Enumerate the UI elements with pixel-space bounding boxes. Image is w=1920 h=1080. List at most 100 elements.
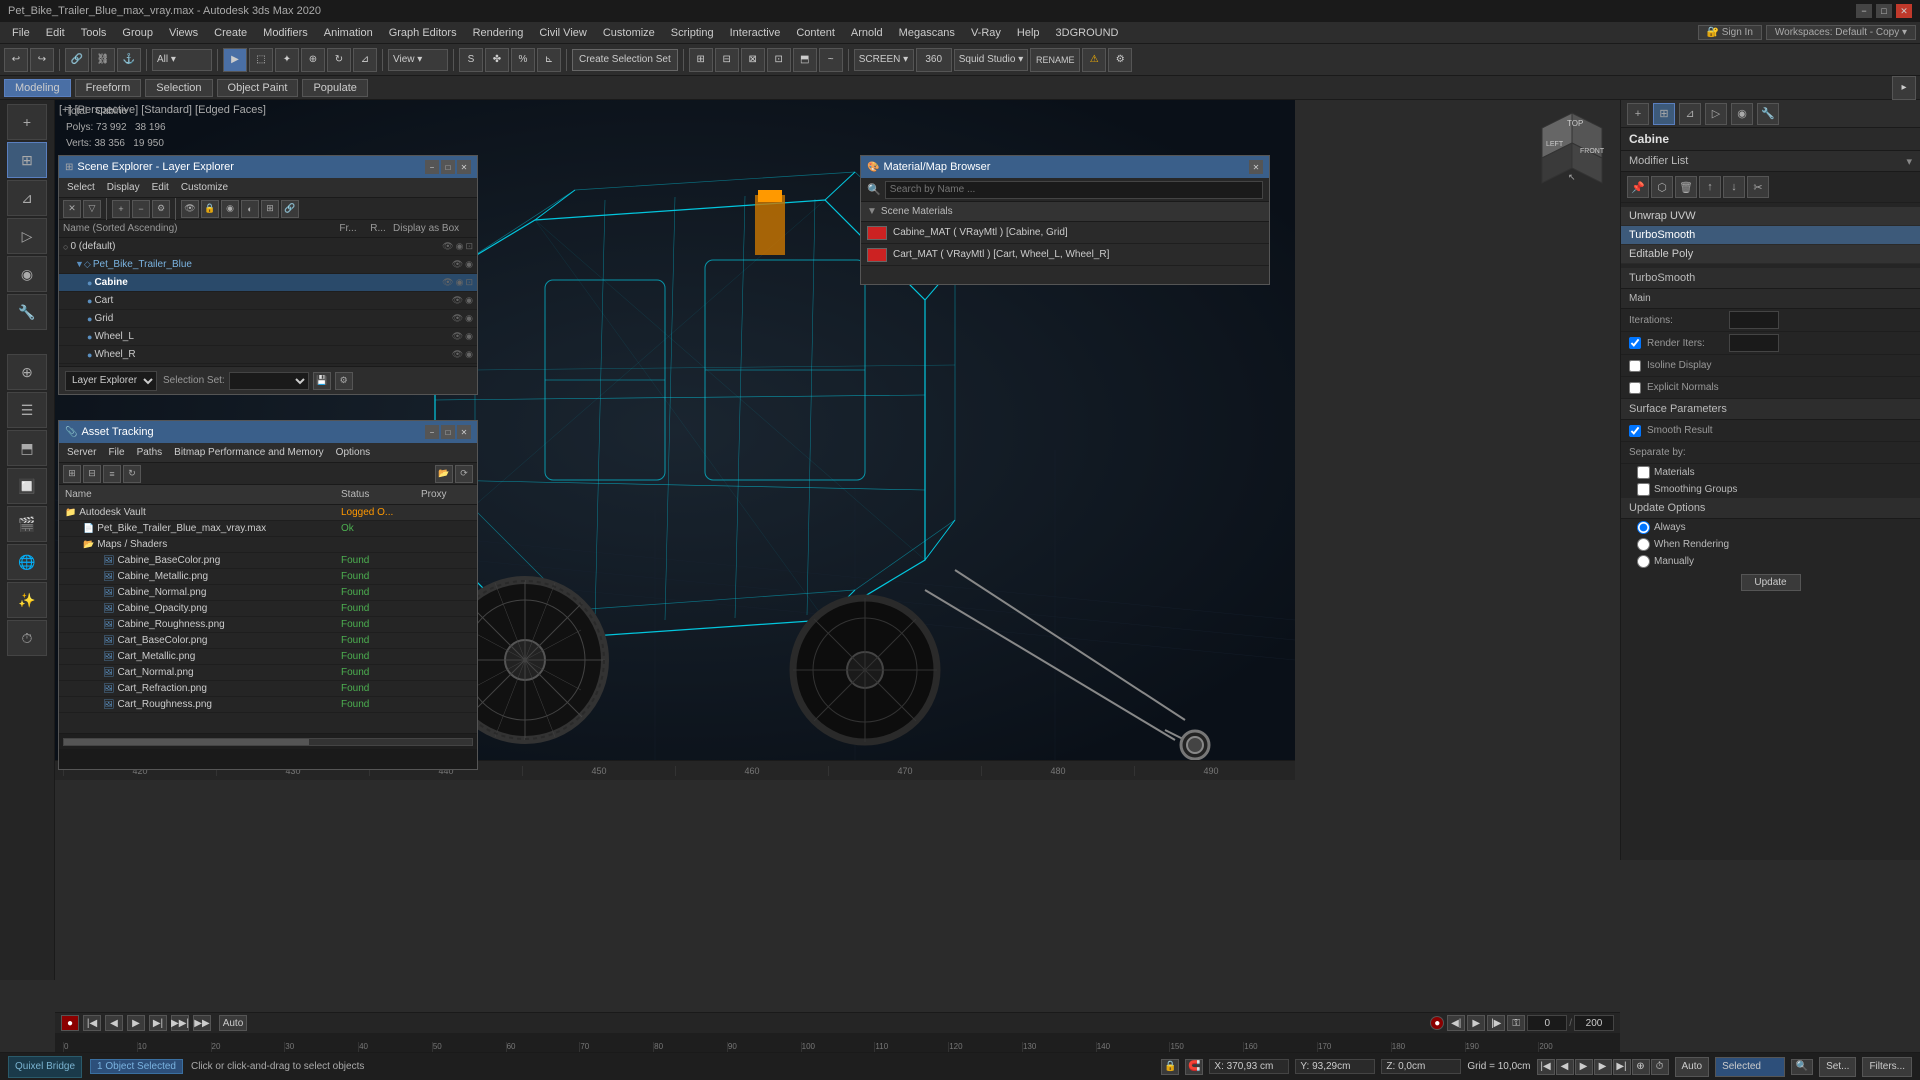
anim-next-key-btn2[interactable]: |▶: [1487, 1015, 1505, 1031]
se-filter-btn[interactable]: ▽: [83, 200, 101, 218]
se-row-default[interactable]: ○ 0 (default) 👁 ◉ ⊡: [59, 238, 477, 256]
se-menu-select[interactable]: Select: [63, 182, 99, 193]
mb-material-0[interactable]: Cabine_MAT ( VRayMtl ) [Cabine, Grid]: [861, 222, 1269, 244]
sidebar-motion-icon[interactable]: ▷: [7, 218, 47, 254]
menu-graph-editors[interactable]: Graph Editors: [381, 25, 465, 41]
tab-object-paint[interactable]: Object Paint: [217, 79, 299, 97]
rp-modifier-turbosmooth[interactable]: TurboSmooth: [1621, 226, 1920, 245]
rp-modifier-list-section[interactable]: Modifier List ▾: [1621, 151, 1920, 172]
sidebar-scene-icon[interactable]: 🔲: [7, 468, 47, 504]
rp-surface-section[interactable]: Surface Parameters: [1621, 399, 1920, 420]
menu-vray[interactable]: V-Ray: [963, 25, 1009, 41]
at-row-file-3[interactable]: 🖼 Cabine_Opacity.png Found: [59, 601, 477, 617]
rp-create-btn[interactable]: +: [1627, 103, 1649, 125]
rp-mod-icon-2[interactable]: 🗑: [1675, 176, 1697, 198]
anim-frame-input[interactable]: [1527, 1015, 1567, 1031]
workspaces-dropdown[interactable]: Workspaces: Default - Copy ▾: [1766, 25, 1916, 40]
anim-play-btn2[interactable]: ▶: [1467, 1015, 1485, 1031]
move-button[interactable]: ⊕: [301, 48, 325, 72]
anim-prev-key-btn2[interactable]: ◀|: [1447, 1015, 1465, 1031]
at-row-file-9[interactable]: 🖼 Cart_Roughness.png Found: [59, 697, 477, 713]
sidebar-hierarchy-icon[interactable]: ⊿: [7, 180, 47, 216]
scale-button[interactable]: ⊿: [353, 48, 377, 72]
warn-btn[interactable]: ⚠: [1082, 48, 1106, 72]
status-lock-btn[interactable]: 🔒: [1161, 1059, 1179, 1075]
at-path-btn[interactable]: 📂: [435, 465, 453, 483]
sidebar-create-icon[interactable]: +: [7, 104, 47, 140]
menu-group[interactable]: Group: [114, 25, 161, 41]
sidebar-utilities-icon[interactable]: 🔧: [7, 294, 47, 330]
redo-button[interactable]: ↪: [30, 48, 54, 72]
scene-explorer-close-btn[interactable]: ✕: [457, 160, 471, 174]
menu-edit[interactable]: Edit: [38, 25, 73, 41]
anim-play-btn[interactable]: ▶: [127, 1015, 145, 1031]
se-row-cart[interactable]: ● Cart 👁 ◉: [59, 292, 477, 310]
rp-manually-radio[interactable]: [1637, 555, 1650, 568]
sidebar-modify-icon[interactable]: ⊞: [7, 142, 47, 178]
se-eye-btn[interactable]: 👁: [181, 200, 199, 218]
at-reload-btn[interactable]: ⟳: [455, 465, 473, 483]
menu-3dground[interactable]: 3DGROUND: [1048, 25, 1127, 41]
mb-close-btn[interactable]: ✕: [1249, 160, 1263, 174]
se-save-btn[interactable]: 💾: [313, 372, 331, 390]
at-row-file-2[interactable]: 🖼 Cabine_Normal.png Found: [59, 585, 477, 601]
layer-btn[interactable]: ⬒: [793, 48, 817, 72]
anim-prev-frame-btn[interactable]: ◀: [105, 1015, 123, 1031]
se-group-btn[interactable]: ⊞: [261, 200, 279, 218]
at-row-file-8[interactable]: 🖼 Cart_Refraction.png Found: [59, 681, 477, 697]
rp-iterations-input[interactable]: 0: [1729, 311, 1779, 329]
undo-button[interactable]: ↩: [4, 48, 28, 72]
rp-when-rendering-radio[interactable]: [1637, 538, 1650, 551]
snap2-btn[interactable]: ✤: [485, 48, 509, 72]
at-row-maxfile[interactable]: 📄 Pet_Bike_Trailer_Blue_max_vray.max Ok: [59, 521, 477, 537]
sidebar-snap-icon[interactable]: ⊕: [7, 354, 47, 390]
se-link-btn[interactable]: 🔗: [281, 200, 299, 218]
se-row-trailer[interactable]: ▼◇ Pet_Bike_Trailer_Blue 👁 ◉: [59, 256, 477, 274]
menu-file[interactable]: File: [4, 25, 38, 41]
tab-modeling[interactable]: Modeling: [4, 79, 71, 97]
curve-btn[interactable]: ~: [819, 48, 843, 72]
anim-next-frame-btn[interactable]: ▶|: [149, 1015, 167, 1031]
sidebar-anim-icon[interactable]: ⏱: [7, 620, 47, 656]
status-filters-btn[interactable]: Filters...: [1862, 1057, 1912, 1077]
scene-explorer-min-btn[interactable]: −: [425, 160, 439, 174]
se-settings-btn[interactable]: ⚙: [152, 200, 170, 218]
se-manage-btn[interactable]: ⚙: [335, 372, 353, 390]
menu-help[interactable]: Help: [1009, 25, 1048, 41]
at-row-file-0[interactable]: 🖼 Cabine_BaseColor.png Found: [59, 553, 477, 569]
anim-next-key-btn[interactable]: ▶▶|: [171, 1015, 189, 1031]
menu-content[interactable]: Content: [788, 25, 843, 41]
status-zoom-btn[interactable]: 🔍: [1791, 1059, 1813, 1075]
anim-record-btn[interactable]: ●: [1430, 1016, 1444, 1030]
at-list-btn[interactable]: ≡: [103, 465, 121, 483]
rp-mod-icon-5[interactable]: ✂: [1747, 176, 1769, 198]
menu-civil-view[interactable]: Civil View: [531, 25, 594, 41]
at-row-file-5[interactable]: 🖼 Cart_BaseColor.png Found: [59, 633, 477, 649]
at-restore-btn[interactable]: □: [441, 425, 455, 439]
snap-btn[interactable]: S: [459, 48, 483, 72]
rp-update-options-section[interactable]: Update Options: [1621, 498, 1920, 519]
snap3-btn[interactable]: %: [511, 48, 535, 72]
select-button[interactable]: ▶: [223, 48, 247, 72]
tab-selection[interactable]: Selection: [145, 79, 212, 97]
bind-button[interactable]: ⚓: [117, 48, 141, 72]
at-close-btn[interactable]: ✕: [457, 425, 471, 439]
at-expand-btn[interactable]: ⊞: [63, 465, 81, 483]
status-time-config-btn[interactable]: ⏱: [1651, 1059, 1669, 1075]
screen-dropdown[interactable]: SCREEN ▾: [854, 49, 914, 71]
rp-smoothing-groups-checkbox[interactable]: [1637, 483, 1650, 496]
at-row-file-4[interactable]: 🖼 Cabine_Roughness.png Found: [59, 617, 477, 633]
rp-display-btn[interactable]: ◉: [1731, 103, 1753, 125]
sidebar-display-icon[interactable]: ◉: [7, 256, 47, 292]
at-menu-bitmap[interactable]: Bitmap Performance and Memory: [170, 447, 328, 458]
at-menu-server[interactable]: Server: [63, 447, 100, 458]
se-add-btn[interactable]: +: [112, 200, 130, 218]
align-btn[interactable]: ⊟: [715, 48, 739, 72]
se-row-cabine[interactable]: ● Cabine 👁 ◉ ⊡: [59, 274, 477, 292]
rp-modifier-editablepoly[interactable]: Editable Poly: [1621, 245, 1920, 264]
menu-modifiers[interactable]: Modifiers: [255, 25, 316, 41]
se-close-btn[interactable]: ✕: [63, 200, 81, 218]
status-play-btn[interactable]: ▶: [1575, 1059, 1593, 1075]
at-row-file-7[interactable]: 🖼 Cart_Normal.png Found: [59, 665, 477, 681]
layer-explorer-select[interactable]: Layer Explorer: [65, 371, 157, 391]
